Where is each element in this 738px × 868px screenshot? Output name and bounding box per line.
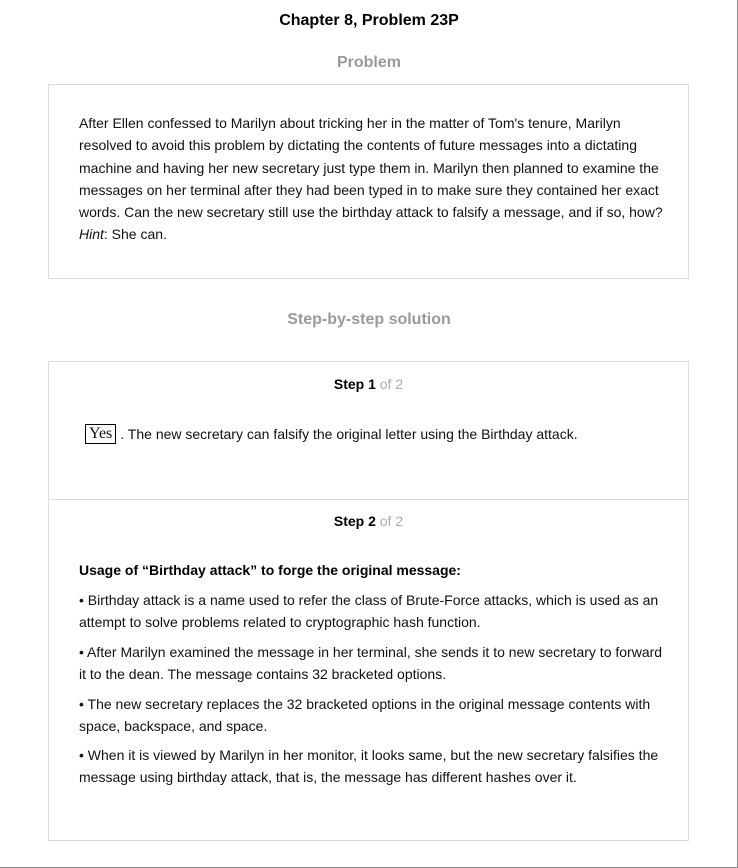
step-1-header: Step 1 of 2 <box>49 376 688 392</box>
bullet-item: • After Marilyn examined the message in … <box>79 644 663 683</box>
problem-heading: Problem <box>336 54 401 71</box>
step-2-header: Step 2 of 2 <box>49 513 688 529</box>
bullet-item: • The new secretary replaces the 32 brac… <box>79 696 651 735</box>
page-title: Chapter 8, Problem 23P <box>279 12 459 29</box>
hint-label: Hint <box>79 226 104 243</box>
problem-text: After Ellen confessed to Marilyn about t… <box>79 112 664 246</box>
step-1-text: . The new secretary can falsify the orig… <box>120 426 578 442</box>
step-1-body: Yes . The new secretary can falsify the … <box>85 424 578 444</box>
bullet-item: • Birthday attack is a name used to refe… <box>79 592 659 631</box>
hint-text: : She can. <box>103 226 167 243</box>
problem-box: After Ellen confessed to Marilyn about t… <box>48 84 689 279</box>
step-2-subheading: Usage of “Birthday attack” to forge the … <box>79 562 461 578</box>
step-2-count: of 2 <box>379 513 404 529</box>
step-1-count: of 2 <box>379 376 404 392</box>
step-2-label: Step 2 <box>333 513 376 529</box>
answer-box: Yes <box>85 424 117 444</box>
step-1-label: Step 1 <box>333 376 376 392</box>
step-2: Step 2 of 2 Usage of “Birthday attack” t… <box>49 499 688 840</box>
step-1: Step 1 of 2 Yes . The new secretary can … <box>49 362 688 500</box>
steps-box: Step 1 of 2 Yes . The new secretary can … <box>48 361 689 841</box>
bullet-item: • When it is viewed by Marilyn in her mo… <box>79 747 659 786</box>
solution-heading: Step-by-step solution <box>287 311 451 328</box>
problem-body-text: After Ellen confessed to Marilyn about t… <box>79 115 663 221</box>
